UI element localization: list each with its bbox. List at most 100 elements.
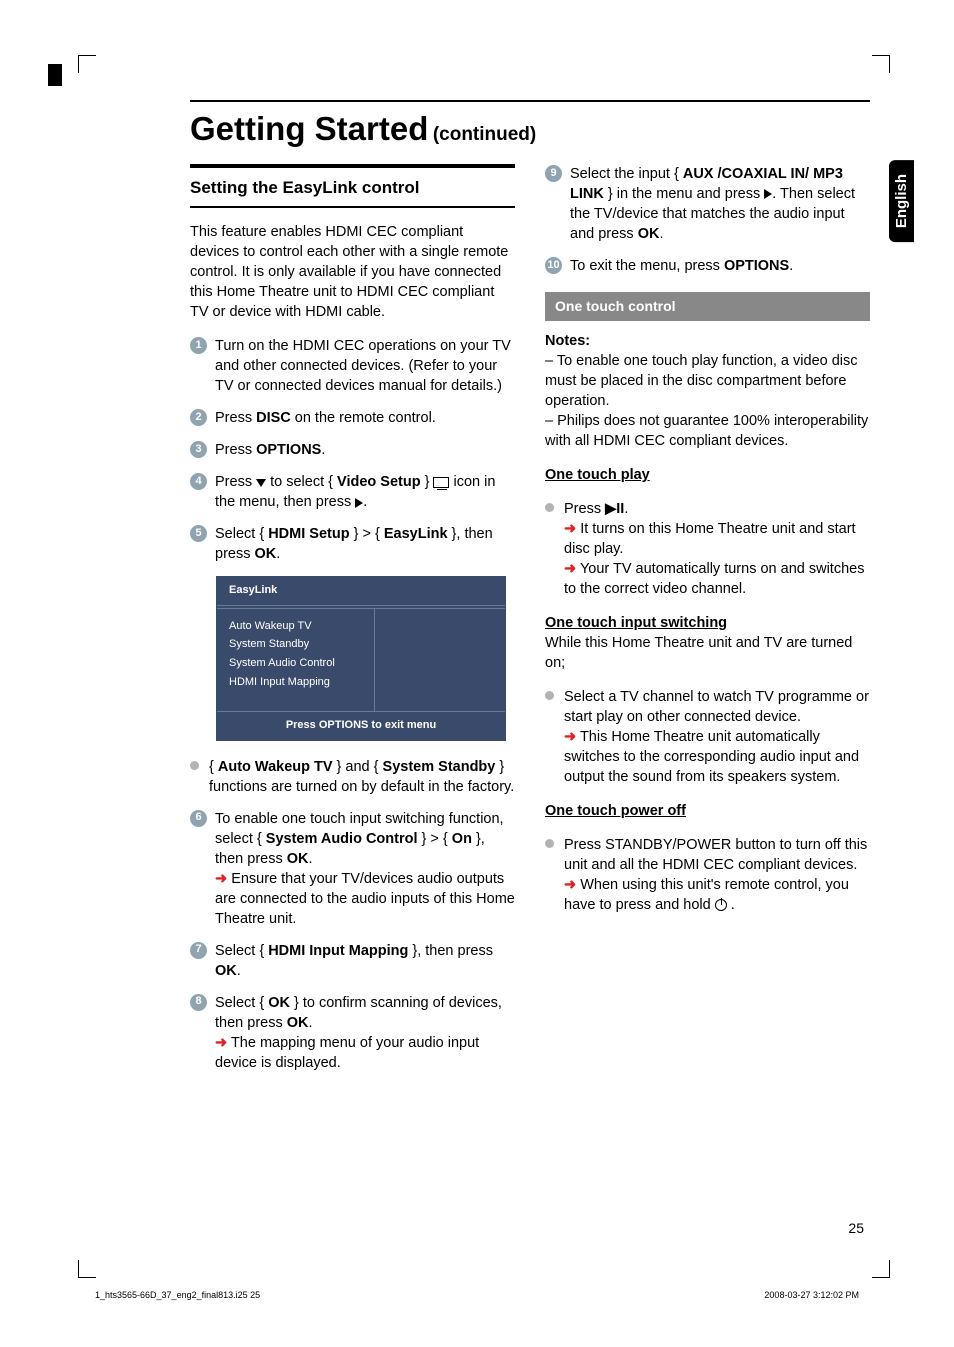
text: Select { — [215, 943, 268, 959]
power-icon — [715, 899, 727, 911]
result-arrow-icon: ➜ — [215, 1035, 227, 1051]
notes-label: Notes: — [545, 333, 590, 349]
down-arrow-icon — [256, 479, 266, 487]
step-number-icon: 2 — [190, 409, 207, 426]
language-tab: English — [889, 160, 914, 242]
result-text: This Home Theatre unit automatically swi… — [564, 729, 859, 785]
bullet-icon — [545, 691, 554, 700]
result-arrow-icon: ➜ — [564, 729, 576, 745]
label-system-standby: System Standby — [383, 759, 496, 775]
text: Select a TV channel to watch TV programm… — [564, 689, 869, 725]
right-column: 9 Select the input { AUX /COAXIAL IN/ MP… — [545, 164, 870, 1085]
text: . — [321, 442, 325, 458]
step-number-icon: 8 — [190, 994, 207, 1011]
title-bar: Getting Started (continued) — [190, 100, 870, 148]
text: . — [276, 546, 280, 562]
text: . — [237, 963, 241, 979]
step-3: 3 Press OPTIONS. — [190, 440, 515, 460]
step-number-icon: 4 — [190, 473, 207, 490]
left-column: Setting the EasyLink control This featur… — [190, 164, 515, 1085]
text: Select { — [215, 995, 268, 1011]
text: } > { — [418, 831, 452, 847]
step-text: Select { HDMI Setup } > { EasyLink }, th… — [215, 524, 515, 564]
one-touch-play-heading: One touch play — [545, 467, 650, 483]
step-10: 10 To exit the menu, press OPTIONS. — [545, 256, 870, 276]
text: Select a TV channel to watch TV programm… — [564, 687, 870, 787]
step-text: Select { OK } to confirm scanning of dev… — [215, 993, 515, 1073]
section-heading: Setting the EasyLink control — [190, 164, 515, 208]
subsection-heading: One touch control — [545, 292, 870, 321]
label-easylink: EasyLink — [384, 526, 448, 542]
one-touch-input-heading: One touch input switching — [545, 615, 727, 631]
one-touch-power-off: One touch power off — [545, 801, 870, 821]
label-ok: OK — [287, 1015, 309, 1031]
note-text: – To enable one touch play function, a v… — [545, 353, 858, 409]
result-text: Ensure that your TV/devices audio output… — [215, 871, 515, 927]
step-number-icon: 1 — [190, 337, 207, 354]
label-ok: OK — [268, 995, 290, 1011]
label-ok: OK — [255, 546, 277, 562]
label-ok: OK — [638, 226, 660, 242]
text: . — [309, 851, 313, 867]
text: Press — [215, 442, 256, 458]
menu-item: System Audio Control — [229, 654, 362, 673]
step-text: Press OPTIONS. — [215, 440, 515, 460]
page-number: 25 — [848, 1220, 864, 1236]
result-text: It turns on this Home Theatre unit and s… — [564, 521, 856, 557]
menu-items: Auto Wakeup TV System Standby System Aud… — [217, 609, 375, 712]
label-options: OPTIONS — [724, 258, 789, 274]
step-9: 9 Select the input { AUX /COAXIAL IN/ MP… — [545, 164, 870, 244]
step-text: Press DISC on the remote control. — [215, 408, 515, 428]
step-1: 1 Turn on the HDMI CEC operations on you… — [190, 336, 515, 396]
text: { — [209, 759, 218, 775]
menu-item: Auto Wakeup TV — [229, 617, 362, 636]
step-number-icon: 3 — [190, 441, 207, 458]
crop-mark — [78, 1260, 96, 1278]
one-touch-play: One touch play — [545, 465, 870, 485]
footer-timestamp: 2008-03-27 3:12:02 PM — [764, 1290, 859, 1300]
text: . — [309, 1015, 313, 1031]
text: Press — [215, 474, 256, 490]
text: } and { — [333, 759, 383, 775]
text: { Auto Wakeup TV } and { System Standby … — [209, 757, 515, 797]
step-text: Select the input { AUX /COAXIAL IN/ MP3 … — [570, 164, 870, 244]
step-text: Turn on the HDMI CEC operations on your … — [215, 336, 515, 396]
label-hdmi-input-mapping: HDMI Input Mapping — [268, 943, 408, 959]
easylink-menu: EasyLink Auto Wakeup TV System Standby S… — [216, 576, 506, 740]
menu-item: HDMI Input Mapping — [229, 673, 362, 692]
text: Press ▶II. ➜ It turns on this Home Theat… — [564, 499, 870, 599]
one-touch-power-step: Press STANDBY/POWER button to turn off t… — [545, 835, 870, 915]
step-4: 4 Press to select { Video Setup } icon i… — [190, 472, 515, 512]
text: to select { — [266, 474, 337, 490]
step-8: 8 Select { OK } to confirm scanning of d… — [190, 993, 515, 1073]
label-ok: OK — [287, 851, 309, 867]
text: Press — [564, 501, 605, 517]
label-on: On — [452, 831, 472, 847]
text: } in the menu and press — [604, 186, 764, 202]
label-hdmi-setup: HDMI Setup — [268, 526, 349, 542]
result-arrow-icon: ➜ — [564, 521, 576, 537]
text: Press STANDBY/POWER button to turn off t… — [564, 835, 870, 915]
result-arrow-icon: ➜ — [564, 561, 576, 577]
menu-item: System Standby — [229, 635, 362, 654]
text: Select the input { — [570, 166, 683, 182]
step-number-icon: 5 — [190, 525, 207, 542]
text: . — [789, 258, 793, 274]
label-ok: OK — [215, 963, 237, 979]
step-6: 6 To enable one touch input switching fu… — [190, 809, 515, 929]
result-text: When using this unit's remote control, y… — [564, 877, 849, 913]
bullet-icon — [545, 503, 554, 512]
text: on the remote control. — [291, 410, 436, 426]
menu-right-pane — [375, 609, 505, 712]
step-text: To enable one touch input switching func… — [215, 809, 515, 929]
step-5: 5 Select { HDMI Setup } > { EasyLink }, … — [190, 524, 515, 564]
one-touch-power-heading: One touch power off — [545, 803, 686, 819]
result-text: The mapping menu of your audio input dev… — [215, 1035, 479, 1071]
tv-icon — [433, 477, 449, 488]
text: Select { — [215, 526, 268, 542]
result-arrow-icon: ➜ — [215, 871, 227, 887]
print-mark — [48, 64, 62, 86]
step-number-icon: 9 — [545, 165, 562, 182]
step-number-icon: 10 — [545, 257, 562, 274]
one-touch-input-step: Select a TV channel to watch TV programm… — [545, 687, 870, 787]
